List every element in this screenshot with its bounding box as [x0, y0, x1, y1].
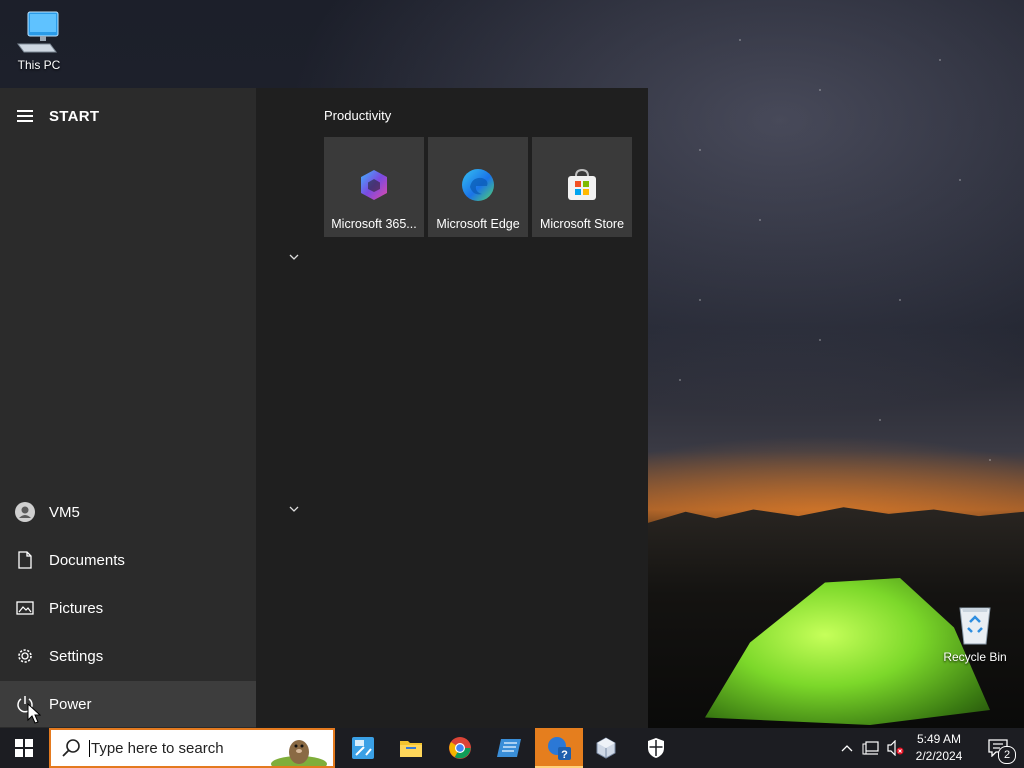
rail-item-settings[interactable]: Settings	[0, 633, 256, 679]
taskbar-chrome[interactable]	[436, 728, 484, 768]
svg-text:?: ?	[561, 749, 568, 761]
start-header[interactable]: START	[0, 102, 256, 130]
rail-item-user[interactable]: VM5	[0, 489, 256, 535]
rail-item-label: Pictures	[49, 599, 104, 617]
start-title: START	[49, 107, 100, 125]
computer-icon	[16, 10, 62, 54]
calculator-icon	[352, 737, 374, 759]
gear-icon	[15, 646, 35, 666]
tray-volume[interactable]	[884, 728, 906, 768]
taskbar-security[interactable]	[632, 728, 680, 768]
help-icon: ?	[548, 737, 571, 761]
folder-icon	[400, 741, 422, 757]
chrome-icon	[449, 737, 471, 759]
tile-label: Microsoft 365...	[331, 217, 417, 231]
start-rail: START VM5 Documents Pictures Settings Po…	[0, 88, 256, 728]
notification-count-badge: 2	[998, 746, 1016, 764]
rail-item-pictures[interactable]: Pictures	[0, 585, 256, 631]
mouse-cursor-icon	[27, 703, 41, 724]
picture-icon	[15, 598, 35, 618]
taskbar-virtualbox[interactable]	[582, 728, 630, 768]
taskbar-clock[interactable]: 5:49 AM 2/2/2024	[908, 731, 970, 765]
search-box[interactable]: Type here to search	[49, 728, 335, 768]
document-icon	[15, 550, 35, 570]
tile-microsoft-edge[interactable]: Microsoft Edge	[428, 137, 528, 237]
rail-item-label: Documents	[49, 551, 125, 569]
hamburger-icon[interactable]	[17, 107, 33, 125]
action-center-button[interactable]: 2	[978, 728, 1018, 768]
chevron-down-icon[interactable]	[286, 249, 302, 265]
tile-microsoft-store[interactable]: Microsoft Store	[532, 137, 632, 237]
edge-icon	[460, 167, 496, 203]
network-icon	[862, 741, 879, 755]
taskbar-file-explorer[interactable]	[387, 728, 435, 768]
chevron-down-icon[interactable]	[286, 501, 302, 517]
chevron-up-icon	[841, 745, 853, 752]
taskbar-app-blue[interactable]	[485, 728, 533, 768]
tile-microsoft-365[interactable]: Microsoft 365...	[324, 137, 424, 237]
rail-item-documents[interactable]: Documents	[0, 537, 256, 583]
tile-group-title: Productivity	[324, 108, 392, 123]
taskbar-calculator[interactable]	[339, 728, 387, 768]
search-placeholder[interactable]: Type here to search	[89, 739, 224, 757]
search-icon	[62, 739, 80, 757]
user-avatar-icon	[15, 502, 35, 522]
tray-network[interactable]	[860, 728, 882, 768]
taskbar-help-app[interactable]: ?	[535, 728, 583, 768]
recycle-bin-icon	[952, 602, 998, 646]
desktop-icon-label: Recycle Bin	[943, 650, 1007, 664]
desktop-icon-recycle-bin[interactable]: Recycle Bin	[937, 602, 1013, 664]
microsoft-365-icon	[356, 167, 392, 203]
clock-time: 5:49 AM	[916, 732, 962, 746]
windows-logo-icon	[15, 739, 33, 757]
rail-item-label: Power	[49, 695, 92, 713]
start-button[interactable]	[0, 728, 48, 768]
tray-overflow-button[interactable]	[838, 728, 856, 768]
start-menu: START VM5 Documents Pictures Settings Po…	[0, 88, 648, 728]
desktop-icon-this-pc[interactable]: This PC	[1, 10, 77, 72]
cube-icon	[596, 737, 616, 759]
volume-muted-icon	[887, 740, 904, 756]
desktop-icon-label: This PC	[17, 58, 61, 72]
rail-item-label: Settings	[49, 647, 104, 665]
shield-icon	[648, 738, 664, 758]
tile-label: Microsoft Store	[539, 217, 625, 231]
taskbar: Type here to search ? 5:49 AM 2/2/2024 2	[0, 728, 1024, 768]
tile-label: Microsoft Edge	[436, 217, 520, 231]
app-icon	[497, 739, 521, 757]
groundhog-icon	[271, 740, 327, 766]
rail-item-label: VM5	[49, 503, 80, 521]
clock-date: 2/2/2024	[915, 749, 963, 763]
store-icon	[564, 167, 600, 203]
